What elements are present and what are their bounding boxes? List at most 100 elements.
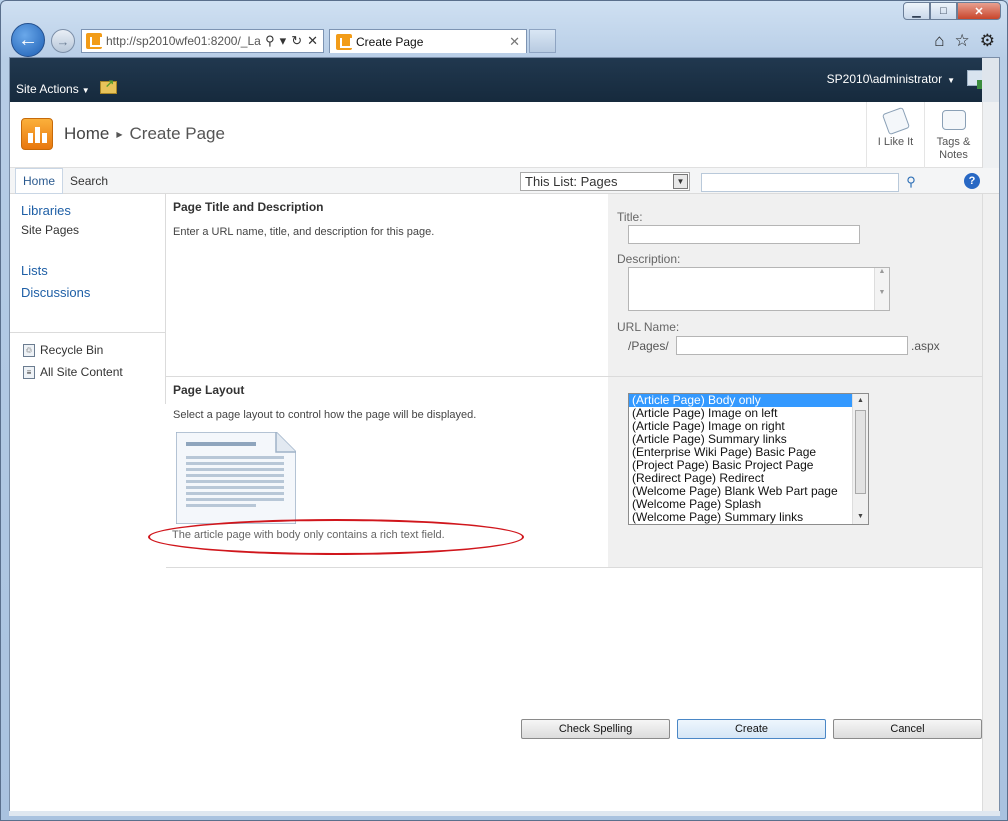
page-viewport: Site Actions▼ SP2010\administrator▼ Home…: [9, 57, 1000, 813]
description-field[interactable]: ▲ ▼: [628, 267, 890, 311]
help-icon[interactable]: ?: [964, 173, 980, 189]
listbox-scrollbar[interactable]: ▲ ▼: [852, 394, 868, 524]
all-site-content-label: All Site Content: [40, 365, 123, 379]
dropdown-icon[interactable]: ▾: [280, 33, 287, 49]
ql-site-pages[interactable]: Site Pages: [10, 223, 165, 237]
browser-toolbar: ⌂ ☆ ⚙: [934, 31, 995, 51]
create-button[interactable]: Create: [677, 719, 826, 739]
window-controls: ▁ □ ✕: [903, 2, 1001, 20]
description-label: Description:: [617, 252, 681, 266]
scroll-down-icon[interactable]: ▼: [853, 510, 868, 524]
nav-search[interactable]: Search: [63, 169, 115, 193]
cancel-button[interactable]: Cancel: [833, 719, 982, 739]
refresh-icon[interactable]: ↻: [291, 33, 302, 49]
tab-title: Create Page: [356, 34, 424, 49]
page-layout-listbox[interactable]: (Article Page) Body only (Article Page) …: [628, 393, 869, 525]
close-tab-icon[interactable]: ✕: [509, 34, 520, 50]
tags-notes-icon: [941, 110, 966, 130]
divider: [10, 332, 166, 333]
section-title: Page Layout: [173, 383, 245, 397]
page-scrollbar[interactable]: [982, 194, 999, 812]
breadcrumb-separator-icon: ▶: [116, 129, 123, 139]
title-label: Title:: [617, 210, 643, 224]
i-like-it-label: I Like It: [877, 136, 914, 148]
back-button[interactable]: ←: [11, 23, 45, 57]
forward-button[interactable]: →: [51, 29, 75, 53]
recycle-bin-label: Recycle Bin: [40, 343, 104, 357]
user-status-icon[interactable]: [967, 70, 986, 89]
create-page-form: Page Title and Description Enter a URL n…: [148, 194, 982, 568]
url-name-label: URL Name:: [617, 320, 680, 334]
user-menu[interactable]: SP2010\administrator ▼: [827, 72, 955, 86]
site-content-icon: ≡: [23, 365, 35, 379]
address-bar[interactable]: http://sp2010wfe01:8200/_La ⚲ ▾ ↻ ✕: [81, 29, 324, 53]
breadcrumb: Home ▶ Create Page: [64, 124, 225, 144]
url-prefix: /Pages/: [628, 339, 669, 353]
quick-launch: Libraries Site Pages Lists Discussions ♲…: [10, 194, 166, 404]
title-area: Home ▶ Create Page I Like It Tags & Note…: [10, 102, 999, 168]
tags-notes-label-2: Notes: [939, 149, 968, 161]
ql-lists[interactable]: Lists: [10, 263, 165, 278]
section-page-layout: Page Layout Select a page layout to cont…: [148, 377, 982, 568]
social-buttons: I Like It Tags & Notes: [866, 102, 982, 168]
title-field[interactable]: [628, 225, 860, 244]
site-actions-menu[interactable]: Site Actions ▼: [16, 82, 90, 96]
site-actions-label: Site Actions: [16, 82, 79, 96]
scrollbar-top: [982, 58, 999, 102]
nav-home[interactable]: Home: [15, 167, 64, 194]
recycle-bin-icon: ♲: [23, 343, 35, 357]
ribbon: Site Actions▼ SP2010\administrator▼: [10, 58, 999, 102]
section-description: Enter a URL name, title, and description…: [173, 226, 435, 238]
home-icon[interactable]: ⌂: [934, 31, 944, 51]
search-input[interactable]: [701, 173, 899, 192]
like-tag-icon: [881, 106, 910, 136]
search-icon[interactable]: ⚲: [902, 174, 920, 191]
layout-option[interactable]: (Welcome Page) Summary links: [629, 511, 868, 524]
breadcrumb-home[interactable]: Home: [64, 124, 109, 144]
scrollbar-segment: [982, 102, 999, 168]
search-scope-select[interactable]: This List: Pages ▼: [520, 172, 690, 191]
i-like-it-button[interactable]: I Like It: [866, 102, 924, 168]
favorites-star-icon[interactable]: ☆: [955, 31, 970, 51]
top-navigation: Home Search This List: Pages ▼ ⚲ ?: [10, 167, 999, 194]
status-bar: [9, 811, 1000, 816]
user-name: SP2010\administrator: [826, 72, 943, 86]
url-name-field[interactable]: [676, 336, 908, 355]
address-text[interactable]: http://sp2010wfe01:8200/_La: [106, 34, 265, 48]
site-logo-icon[interactable]: [21, 118, 53, 150]
check-spelling-button[interactable]: Check Spelling: [521, 719, 670, 739]
scroll-up-icon[interactable]: ▲: [853, 394, 868, 408]
chevron-down-icon: ▼: [81, 86, 90, 95]
stop-icon[interactable]: ✕: [307, 33, 318, 49]
tags-notes-button[interactable]: Tags & Notes: [924, 102, 982, 168]
scrollbar-thumb[interactable]: [855, 410, 866, 494]
close-window-button[interactable]: ✕: [957, 2, 1001, 20]
maximize-button[interactable]: □: [930, 2, 957, 20]
new-tab-button[interactable]: [529, 29, 556, 53]
minimize-button[interactable]: ▁: [903, 2, 930, 20]
ql-recycle-bin[interactable]: ♲ Recycle Bin: [23, 343, 103, 357]
search-icon[interactable]: ⚲: [265, 33, 275, 49]
chevron-down-icon: ▼: [947, 76, 955, 85]
layout-description: The article page with body only contains…: [172, 529, 445, 541]
page-title: Create Page: [129, 124, 225, 143]
sharepoint-favicon-icon: [86, 33, 102, 49]
navigate-up-icon[interactable]: [100, 77, 117, 94]
textarea-scrollbar[interactable]: ▲ ▼: [874, 268, 889, 310]
ql-libraries[interactable]: Libraries: [10, 203, 165, 218]
ql-discussions[interactable]: Discussions: [10, 285, 165, 300]
gear-icon[interactable]: ⚙: [980, 31, 995, 51]
layout-preview-image: [176, 432, 296, 524]
chevron-down-icon[interactable]: ▼: [673, 174, 688, 189]
tab-create-page[interactable]: Create Page ✕: [329, 29, 527, 53]
sharepoint-favicon-icon: [336, 33, 352, 50]
form-buttons: Check Spelling Create Cancel: [521, 719, 982, 739]
search-scope-value: This List: Pages: [525, 174, 618, 189]
ql-all-site-content[interactable]: ≡ All Site Content: [23, 365, 123, 379]
section-title-description: Page Title and Description Enter a URL n…: [166, 194, 982, 377]
section-title: Page Title and Description: [173, 200, 324, 214]
browser-window: ▁ □ ✕ ← → http://sp2010wfe01:8200/_La ⚲ …: [0, 0, 1008, 821]
url-suffix: .aspx: [911, 339, 940, 353]
section-description: Select a page layout to control how the …: [173, 409, 477, 421]
tags-notes-label: Tags &: [936, 136, 971, 148]
